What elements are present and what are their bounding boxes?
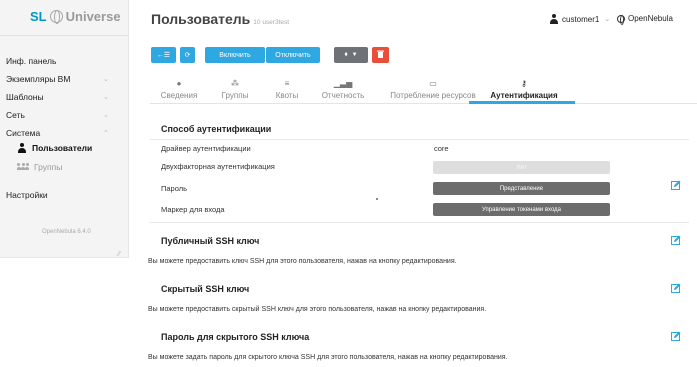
private-ssh-pass-description: Вы можете задать пароль для скрытого клю…: [148, 354, 508, 361]
sidebar: SL Universe Инф. панель Экземпляры ВМ ⌄ …: [0, 0, 129, 258]
sidebar-item-network[interactable]: Сеть ⌄: [6, 110, 109, 120]
chevron-down-icon: ⌄: [103, 112, 109, 119]
sidebar-item-system[interactable]: Система ⌃: [6, 128, 109, 138]
chevron-down-icon: ▼: [351, 52, 358, 58]
sidebar-item-label: Сеть: [6, 110, 25, 120]
tab-label: Сведения: [160, 91, 198, 100]
login-token-button-label: Управление токенами входа: [481, 206, 562, 213]
zone-menu[interactable]: OpenNebula: [617, 14, 673, 25]
delete-button[interactable]: [372, 47, 389, 63]
user-icon: [549, 14, 559, 24]
chevron-down-icon: ⌄: [103, 76, 109, 83]
key-icon: ⚷: [521, 79, 527, 88]
edit-icon[interactable]: [671, 180, 681, 190]
app-logo[interactable]: SL Universe: [30, 9, 121, 24]
tab-showback[interactable]: ▭ Потребление ресурсов: [390, 79, 475, 100]
auth-driver-label: Драйвер аутентификации: [161, 144, 251, 153]
twofactor-button[interactable]: Нет: [433, 161, 610, 174]
sidebar-item-templates[interactable]: Шаблоны ⌄: [6, 92, 109, 102]
user-icon: [17, 143, 27, 153]
globe-icon: [617, 14, 625, 25]
refresh-button[interactable]: ⟳: [180, 47, 195, 63]
refresh-icon: ⟳: [184, 52, 191, 59]
active-tab-indicator: [469, 101, 575, 104]
sidebar-item-vms[interactable]: Экземпляры ВМ ⌄: [6, 74, 109, 84]
enable-button-label: Включить: [219, 51, 251, 59]
page-subtitle: 10 user3test: [253, 19, 290, 26]
users-icon: ⁂: [231, 79, 239, 88]
page-title-text: Пользователь: [151, 11, 251, 27]
disable-button-label: Отключить: [275, 51, 311, 59]
server-icon: ▭: [429, 79, 437, 88]
info-icon: ●: [176, 79, 182, 88]
globe-logo-icon: [49, 10, 63, 24]
tab-label: Группы: [221, 91, 249, 100]
tab-accounting[interactable]: ▁▃▅ Отчетность: [322, 79, 365, 100]
resize-handle-icon[interactable]: ⁄⁄: [118, 251, 120, 258]
sidebar-item-label: Настройки: [6, 190, 48, 200]
tab-quotas[interactable]: ≡ Квоты: [276, 79, 299, 100]
zone-menu-label: OpenNebula: [628, 14, 673, 23]
password-label: Пароль: [161, 184, 188, 193]
page-title: Пользователь 10 user3test: [151, 11, 289, 27]
edit-icon[interactable]: [671, 235, 681, 245]
logo-prefix: SL: [30, 9, 47, 24]
user-menu[interactable]: customer1 ⌄: [549, 14, 610, 24]
chevron-down-icon: ⌄: [103, 94, 109, 101]
twofactor-button-label: Нет: [516, 164, 527, 171]
password-button-label: Представление: [499, 185, 544, 192]
chevron-up-icon: ⌃: [103, 130, 109, 137]
sidebar-item-label: Пользователи: [32, 143, 93, 153]
tab-label: Аутентификация: [490, 91, 558, 100]
enable-button[interactable]: Включить: [205, 47, 265, 63]
sidebar-item-groups[interactable]: Группы: [17, 162, 62, 172]
back-list-icon: ←☰: [156, 52, 171, 59]
private-ssh-title: Скрытый SSH ключ: [161, 284, 250, 294]
sidebar-item-label: Инф. панель: [6, 56, 57, 66]
login-token-button[interactable]: Управление токенами входа: [433, 203, 610, 216]
align-icon: ≡: [284, 79, 290, 88]
section-divider: [150, 139, 689, 140]
section-divider: [150, 222, 689, 223]
sidebar-divider: [0, 35, 128, 36]
private-ssh-pass-title: Пароль для скрытого SSH ключа: [161, 332, 310, 342]
tab-label: Потребление ресурсов: [390, 91, 476, 100]
user-menu-label: customer1: [562, 14, 600, 24]
public-ssh-title: Публичный SSH ключ: [161, 236, 260, 246]
app-version: OpenNebula 6.4.0: [42, 229, 91, 235]
auth-section-title: Способ аутентификации: [161, 124, 272, 134]
sidebar-item-users[interactable]: Пользователи: [17, 143, 92, 153]
sidebar-item-label: Система: [6, 128, 41, 138]
password-button[interactable]: Представление: [433, 182, 610, 195]
disable-button[interactable]: Отключить: [266, 47, 320, 63]
sidebar-item-dashboard[interactable]: Инф. панель: [6, 56, 56, 66]
sidebar-item-label: Экземпляры ВМ: [6, 74, 71, 84]
cursor-dot: [376, 198, 378, 200]
tag-icon: ⬧: [344, 51, 348, 58]
trash-icon: [377, 50, 384, 60]
tab-label: Отчетность: [321, 91, 365, 100]
labels-dropdown-button[interactable]: ⬧ ▼: [334, 47, 368, 63]
auth-driver-value: core: [434, 144, 449, 153]
users-icon: [17, 162, 29, 172]
edit-icon[interactable]: [671, 331, 681, 341]
tab-auth[interactable]: ⚷ Аутентификация: [490, 79, 557, 100]
sidebar-item-label: Шаблоны: [6, 92, 44, 102]
logo-name: Universe: [65, 9, 121, 24]
bar-chart-icon: ▁▃▅: [333, 79, 353, 88]
private-ssh-description: Вы можете предоставить скрытый SSH ключ …: [148, 306, 487, 313]
back-button[interactable]: ←☰: [151, 47, 176, 63]
sidebar-item-label: Группы: [34, 162, 63, 172]
login-token-label: Маркер для входа: [161, 205, 225, 214]
edit-icon[interactable]: [671, 283, 681, 293]
tabs-divider: [150, 103, 697, 104]
tab-label: Квоты: [275, 91, 299, 100]
sidebar-item-settings[interactable]: Настройки: [6, 190, 48, 200]
chevron-down-icon: ⌄: [604, 16, 611, 23]
tab-info[interactable]: ● Сведения: [161, 79, 198, 100]
public-ssh-description: Вы можете предоставить ключ SSH для этог…: [148, 258, 457, 265]
tab-groups[interactable]: ⁂ Группы: [222, 79, 249, 100]
twofactor-label: Двухфакторная аутентификация: [161, 162, 275, 171]
